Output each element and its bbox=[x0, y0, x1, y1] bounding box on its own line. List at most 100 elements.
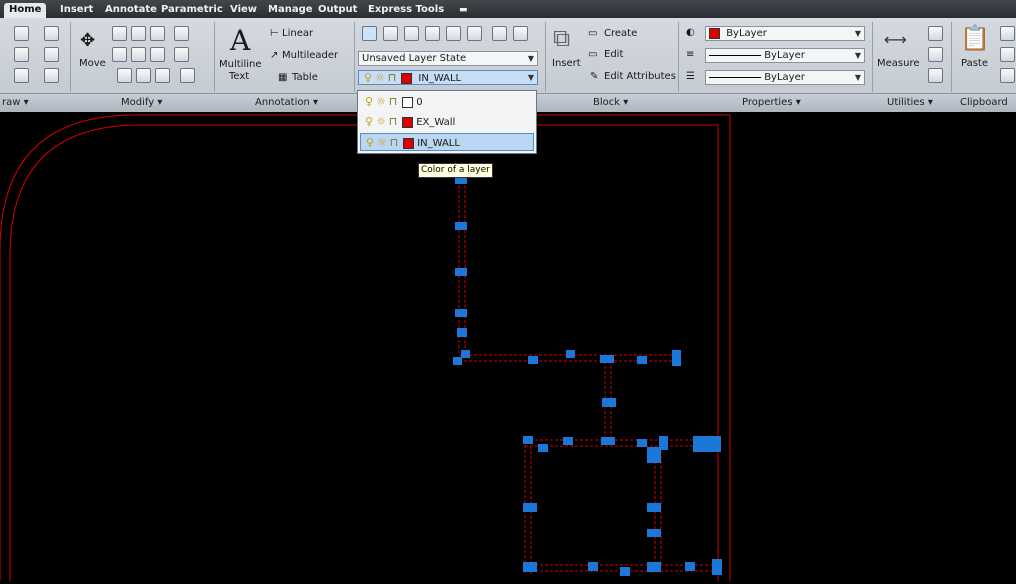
layer-color-swatch[interactable] bbox=[403, 137, 415, 149]
rotate-icon[interactable] bbox=[131, 26, 146, 41]
match-properties-icon[interactable] bbox=[1000, 68, 1015, 83]
line-icon[interactable] bbox=[14, 26, 29, 41]
tab-insert[interactable]: Insert bbox=[55, 3, 98, 18]
unlock-icon: ⊓ bbox=[389, 136, 399, 149]
polyline-icon[interactable] bbox=[44, 26, 59, 41]
create-block-icon: ▭ bbox=[588, 28, 598, 39]
cut-icon[interactable] bbox=[1000, 26, 1015, 41]
rectangle-icon[interactable] bbox=[44, 47, 59, 62]
select-similar-icon[interactable] bbox=[928, 47, 943, 62]
insert-button-label[interactable]: Insert bbox=[552, 58, 581, 69]
sun-icon: ☼ bbox=[377, 136, 387, 149]
measure-button-label[interactable]: Measure bbox=[877, 58, 920, 69]
current-layer-name: IN_WALL bbox=[418, 73, 462, 84]
linear-button[interactable]: Linear bbox=[282, 28, 313, 39]
mirror-icon[interactable] bbox=[112, 47, 127, 62]
circle-icon[interactable] bbox=[14, 47, 29, 62]
panel-clipboard[interactable]: Clipboard bbox=[960, 97, 1008, 108]
tab-view[interactable]: View bbox=[225, 3, 262, 18]
create-block-button[interactable]: Create bbox=[604, 28, 637, 39]
divider bbox=[951, 22, 952, 92]
divider bbox=[354, 22, 355, 92]
layer-match-icon[interactable] bbox=[467, 26, 482, 41]
layer-walk-icon[interactable] bbox=[513, 26, 528, 41]
table-button[interactable]: Table bbox=[292, 72, 318, 83]
panel-block[interactable]: Block ▾ bbox=[593, 97, 628, 108]
multiline-text-label-2[interactable]: Text bbox=[229, 71, 249, 82]
calculator-icon[interactable] bbox=[928, 68, 943, 83]
offset-icon[interactable] bbox=[136, 68, 151, 83]
layer-option-ex-wall[interactable]: ♀ ☼ ⊓ EX_Wall bbox=[360, 113, 534, 131]
panel-modify[interactable]: Modify ▾ bbox=[121, 97, 162, 108]
tab-annotate[interactable]: Annotate bbox=[100, 3, 162, 18]
move-icon[interactable]: ✥ bbox=[80, 30, 95, 51]
layer-color-swatch[interactable] bbox=[402, 96, 414, 108]
layer-properties-icon[interactable] bbox=[362, 26, 377, 41]
layer-option-in-wall[interactable]: ♀ ☼ ⊓ IN_WALL bbox=[360, 133, 534, 151]
tab-manage[interactable]: Manage bbox=[263, 3, 318, 18]
chevron-down-icon: ▼ bbox=[854, 73, 861, 82]
layer-state-dropdown[interactable]: Unsaved Layer State ▼ bbox=[358, 51, 538, 66]
panel-draw[interactable]: raw ▾ bbox=[2, 97, 29, 108]
tab-parametric[interactable]: Parametric bbox=[156, 3, 228, 18]
grip-handles[interactable] bbox=[453, 176, 722, 576]
layer-freeze-icon[interactable] bbox=[425, 26, 440, 41]
quick-select-icon[interactable] bbox=[928, 26, 943, 41]
ribbon-tabs: Home Insert Annotate Parametric View Man… bbox=[0, 0, 1016, 18]
layer-color-swatch[interactable] bbox=[402, 116, 414, 128]
edit-block-button[interactable]: Edit bbox=[604, 49, 623, 60]
measure-icon[interactable]: ⟷ bbox=[884, 30, 907, 49]
panel-properties[interactable]: Properties ▾ bbox=[742, 97, 801, 108]
lineweight-dropdown[interactable]: ByLayer ▼ bbox=[705, 70, 865, 85]
multiline-text-label[interactable]: Multiline bbox=[219, 59, 262, 70]
trim-icon[interactable] bbox=[150, 26, 165, 41]
bulb-icon: ♀ bbox=[364, 95, 374, 108]
erase-icon[interactable] bbox=[174, 26, 189, 41]
hatch-icon[interactable] bbox=[44, 68, 59, 83]
stretch-icon[interactable] bbox=[150, 47, 165, 62]
chevron-down-icon: ▼ bbox=[854, 29, 861, 38]
join-icon[interactable] bbox=[180, 68, 195, 83]
layer-state-value: Unsaved Layer State bbox=[362, 53, 467, 64]
layer-off-icon[interactable] bbox=[383, 26, 398, 41]
color-dropdown[interactable]: ByLayer ▼ bbox=[705, 26, 865, 41]
sun-icon: ☼ bbox=[376, 115, 386, 128]
interior-walls bbox=[458, 175, 720, 575]
fillet-icon[interactable] bbox=[131, 47, 146, 62]
bulb-icon: ♀ bbox=[365, 136, 375, 149]
scale-icon[interactable] bbox=[117, 68, 132, 83]
layer-dropdown[interactable]: ♀ ☼ ⊓ IN_WALL ▼ bbox=[358, 70, 538, 85]
paste-button-label[interactable]: Paste bbox=[961, 58, 988, 69]
layer-previous-icon[interactable] bbox=[492, 26, 507, 41]
ellipse-icon[interactable] bbox=[14, 68, 29, 83]
array-icon[interactable] bbox=[155, 68, 170, 83]
edit-attributes-button[interactable]: Edit Attributes bbox=[604, 71, 676, 82]
layer-lock-icon[interactable] bbox=[446, 26, 461, 41]
color-value: ByLayer bbox=[726, 28, 767, 39]
paste-icon[interactable]: 📋 bbox=[960, 24, 990, 52]
panel-annotation[interactable]: Annotation ▾ bbox=[255, 97, 318, 108]
copy-clip-icon[interactable] bbox=[1000, 47, 1015, 62]
tab-output[interactable]: Output bbox=[313, 3, 362, 18]
linetype-dropdown[interactable]: ByLayer ▼ bbox=[705, 48, 865, 63]
tab-home[interactable]: Home bbox=[4, 3, 47, 18]
move-button-label[interactable]: Move bbox=[79, 58, 106, 69]
panel-utilities[interactable]: Utilities ▾ bbox=[887, 97, 933, 108]
explode-icon[interactable] bbox=[174, 47, 189, 62]
chevron-down-icon: ▼ bbox=[527, 54, 534, 63]
drawing-canvas[interactable] bbox=[0, 111, 1016, 581]
color-wheel-icon: ◐ bbox=[686, 27, 695, 38]
layer-isolate-icon[interactable] bbox=[404, 26, 419, 41]
ribbon-toggle-icon[interactable]: ▬ bbox=[454, 3, 473, 18]
sun-icon: ☼ bbox=[375, 71, 385, 84]
multiline-text-icon[interactable]: A bbox=[230, 24, 250, 57]
insert-block-icon[interactable]: ⧉ bbox=[553, 24, 570, 52]
multileader-button[interactable]: Multileader bbox=[282, 50, 338, 61]
layer-option-label: 0 bbox=[416, 97, 423, 108]
layer-option-0[interactable]: ♀ ☼ ⊓ 0 bbox=[360, 93, 534, 111]
copy-icon[interactable] bbox=[112, 26, 127, 41]
lineweight-preview bbox=[709, 76, 761, 78]
layer-option-label: IN_WALL bbox=[417, 138, 460, 149]
tab-express-tools[interactable]: Express Tools bbox=[363, 3, 449, 18]
unlock-icon: ⊓ bbox=[388, 95, 398, 108]
